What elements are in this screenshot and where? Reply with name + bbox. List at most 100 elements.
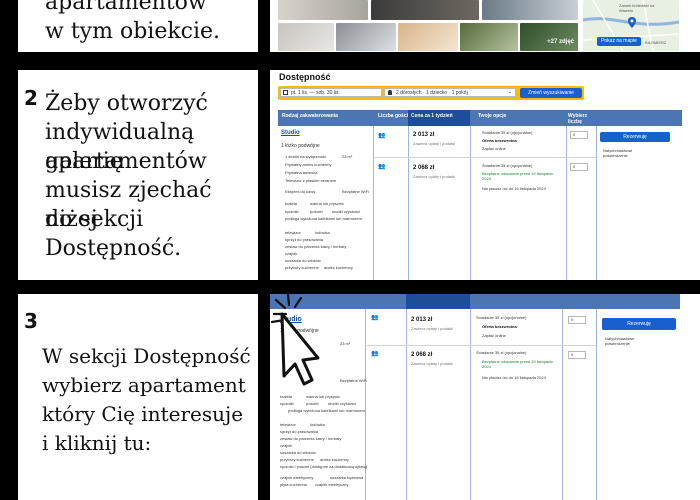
gallery-photo[interactable] (482, 0, 578, 20)
step2-line: Żeby otworzyć (45, 91, 208, 116)
offer-price: 2 068 zł (411, 352, 433, 358)
amenity: lodówka (310, 422, 325, 427)
room-feature: Ekspres do kawy (285, 189, 316, 194)
amenity: płyta kuchenna (280, 482, 307, 487)
offer-tax-note: Zawiera opłaty i podatki (411, 326, 454, 331)
gallery-photo[interactable] (278, 0, 368, 20)
room-feature: Bezpłatne WiFi (342, 189, 369, 194)
guests-summary: 2 dorosłych · 1 dziecko · 1 pokój (396, 90, 468, 96)
offer-option: Oferta bezzwrotna (482, 138, 517, 143)
step2-line: Dostępność. (45, 236, 182, 261)
room-feature: Telewizor z płaskim ekranem (285, 178, 337, 183)
amenity: toaleta (285, 201, 298, 206)
offer-option: Śniadanie 35 zł (opcjonalne) (476, 350, 527, 355)
column-header: Cena za 1 tydzień (411, 113, 453, 119)
guests-icon: 👥 (371, 315, 379, 321)
column-divider (365, 309, 366, 500)
change-search-button[interactable]: Zmień wyszukiwanie (520, 88, 582, 98)
search-bar: pt. 1 lis. — sob. 30 lis. 2 dorosłych · … (278, 86, 584, 100)
amenity: sprzęt do prasowania (285, 237, 324, 242)
guests-icon: 👥 (378, 164, 386, 170)
amenity: telewizor (280, 422, 296, 427)
map-district: KAZIMIERZ (645, 40, 667, 45)
amenity: aneks kuchenny (324, 265, 353, 270)
amenity: telewizor (285, 230, 301, 235)
amenity: pościel (306, 401, 319, 406)
gallery-thumb-more[interactable]: +27 zdjęć (520, 23, 578, 51)
amenity: środki czystości (328, 401, 357, 406)
amenity: czajnik (285, 251, 298, 256)
reserve-note: Natychmiastowe potwierdzenie (605, 336, 635, 346)
step3-number: 3 (24, 309, 38, 333)
amenity: przybory kuchenne (280, 457, 314, 462)
room-name-link[interactable]: Studio (281, 130, 300, 136)
guests-icon: 👥 (371, 351, 379, 357)
room-quantity-select[interactable]: 0 (568, 316, 586, 324)
room-quantity-select[interactable]: 0 (570, 131, 588, 139)
step2-text-panel: 2 Żeby otworzyć indywidualną galerię apa… (18, 70, 258, 280)
room-feature: Prywatna łazienka (285, 170, 318, 175)
availability-title: Dostępność (279, 72, 331, 82)
offer-option: Śniadanie 35 zł (opcjonalne) (476, 315, 527, 320)
date-picker[interactable]: pt. 1 lis. — sob. 30 lis. (280, 88, 382, 97)
room-quantity-value: 0 (571, 317, 574, 322)
guests-picker[interactable]: 2 dorosłych · 1 dziecko · 1 pokój ⌄ (384, 88, 516, 97)
amenity: ręczniki i pościel (dostępne za dodatkow… (280, 464, 368, 469)
gallery-thumb[interactable] (398, 23, 458, 51)
column-header: Liczba gości (378, 113, 409, 119)
column-divider (562, 309, 563, 500)
date-range: pt. 1 lis. — sob. 30 lis. (291, 90, 340, 96)
availability-zoom-screenshot: Studio 1 łóżko podwójne 23 m² Bezpłatne … (270, 294, 700, 500)
row-divider (365, 345, 596, 346)
offer-tax-note: Zawiera opłaty i podatki (411, 361, 454, 366)
column-divider (596, 126, 597, 280)
step2-line: apartamentów (45, 149, 207, 174)
gallery-thumb[interactable] (460, 23, 518, 51)
map-thumbnail[interactable]: Zamek królewski na Wawelu KAZIMIERZ Poka… (583, 0, 679, 51)
reserve-button[interactable]: Rezerwuję (600, 132, 670, 142)
amenity: wanna lub prysznic (310, 201, 345, 206)
offer-option: Zapłać online (482, 333, 506, 338)
step1-text-line2: w tym obiekcie. (45, 19, 221, 44)
amenity: przybory kuchenne (285, 265, 319, 270)
show-on-map-button[interactable]: Pokaż na mapie (597, 37, 641, 46)
bed-info: 1 łóżko podwójne (281, 143, 320, 149)
room-quantity-select[interactable]: 0 (568, 351, 586, 359)
gallery-screenshot: +27 zdjęć Zamek królewski na Wawelu KAZI… (270, 0, 700, 52)
column-divider (373, 126, 374, 280)
amenity: toaleta (280, 394, 293, 399)
column-header: Rodzaj zakwaterowania (282, 113, 338, 119)
table-header (270, 294, 680, 309)
room-feature: Prywatny aneks kuchenny (285, 162, 332, 167)
amenity: podłoga wyłożona kafelkami lub marmurem (288, 408, 365, 413)
room-feature: Bezpłatne WiFi (340, 378, 367, 383)
step2-line: do sekcji (45, 207, 144, 232)
offer-option: Śniadanie 35 zł (opcjonalne) (482, 163, 533, 168)
guests-icon: 👥 (378, 133, 386, 139)
column-divider (470, 309, 471, 500)
room-feature: 23 m² (342, 154, 353, 159)
table-header: Rodzaj zakwaterowania Liczba gości Cena … (278, 110, 682, 126)
amenity: lodówka (315, 230, 330, 235)
map-pin-icon (628, 17, 636, 28)
reserve-button[interactable]: Rezerwuję (602, 318, 676, 330)
amenity: aneks kuchenny (320, 457, 349, 462)
gallery-thumb[interactable] (278, 23, 334, 51)
amenity: zestaw do parzenia kawy / herbaty (285, 244, 347, 249)
offer-option: Nie płacisz nic do 16 listopada 2024 (482, 375, 546, 380)
reserve-note: Natychmiastowe potwierdzenie (603, 148, 633, 158)
gallery-photo[interactable] (371, 0, 479, 20)
step3-line: W sekcji Dostępność (42, 344, 251, 368)
offer-option: Śniadanie 35 zł (opcjonalne) (482, 130, 533, 135)
column-header: Twoje opcje (478, 113, 507, 119)
offer-option: Nie płacisz nic do 16 listopada 2024 (482, 186, 546, 191)
offer-price: 2 013 zł (411, 317, 433, 323)
amenity: suszarka bębnowa (330, 475, 364, 480)
offer-price: 2 068 zł (413, 165, 435, 171)
offer-option: Oferta bezzwrotna (482, 324, 517, 329)
step1-text-panel: apartamentów w tym obiekcie. (18, 0, 258, 52)
availability-screenshot: Dostępność pt. 1 lis. — sob. 30 lis. 2 d… (270, 70, 700, 280)
gallery-thumb[interactable] (336, 23, 396, 51)
more-photos-label: +27 zdjęć (547, 39, 574, 45)
room-quantity-select[interactable]: 0 (570, 163, 588, 171)
